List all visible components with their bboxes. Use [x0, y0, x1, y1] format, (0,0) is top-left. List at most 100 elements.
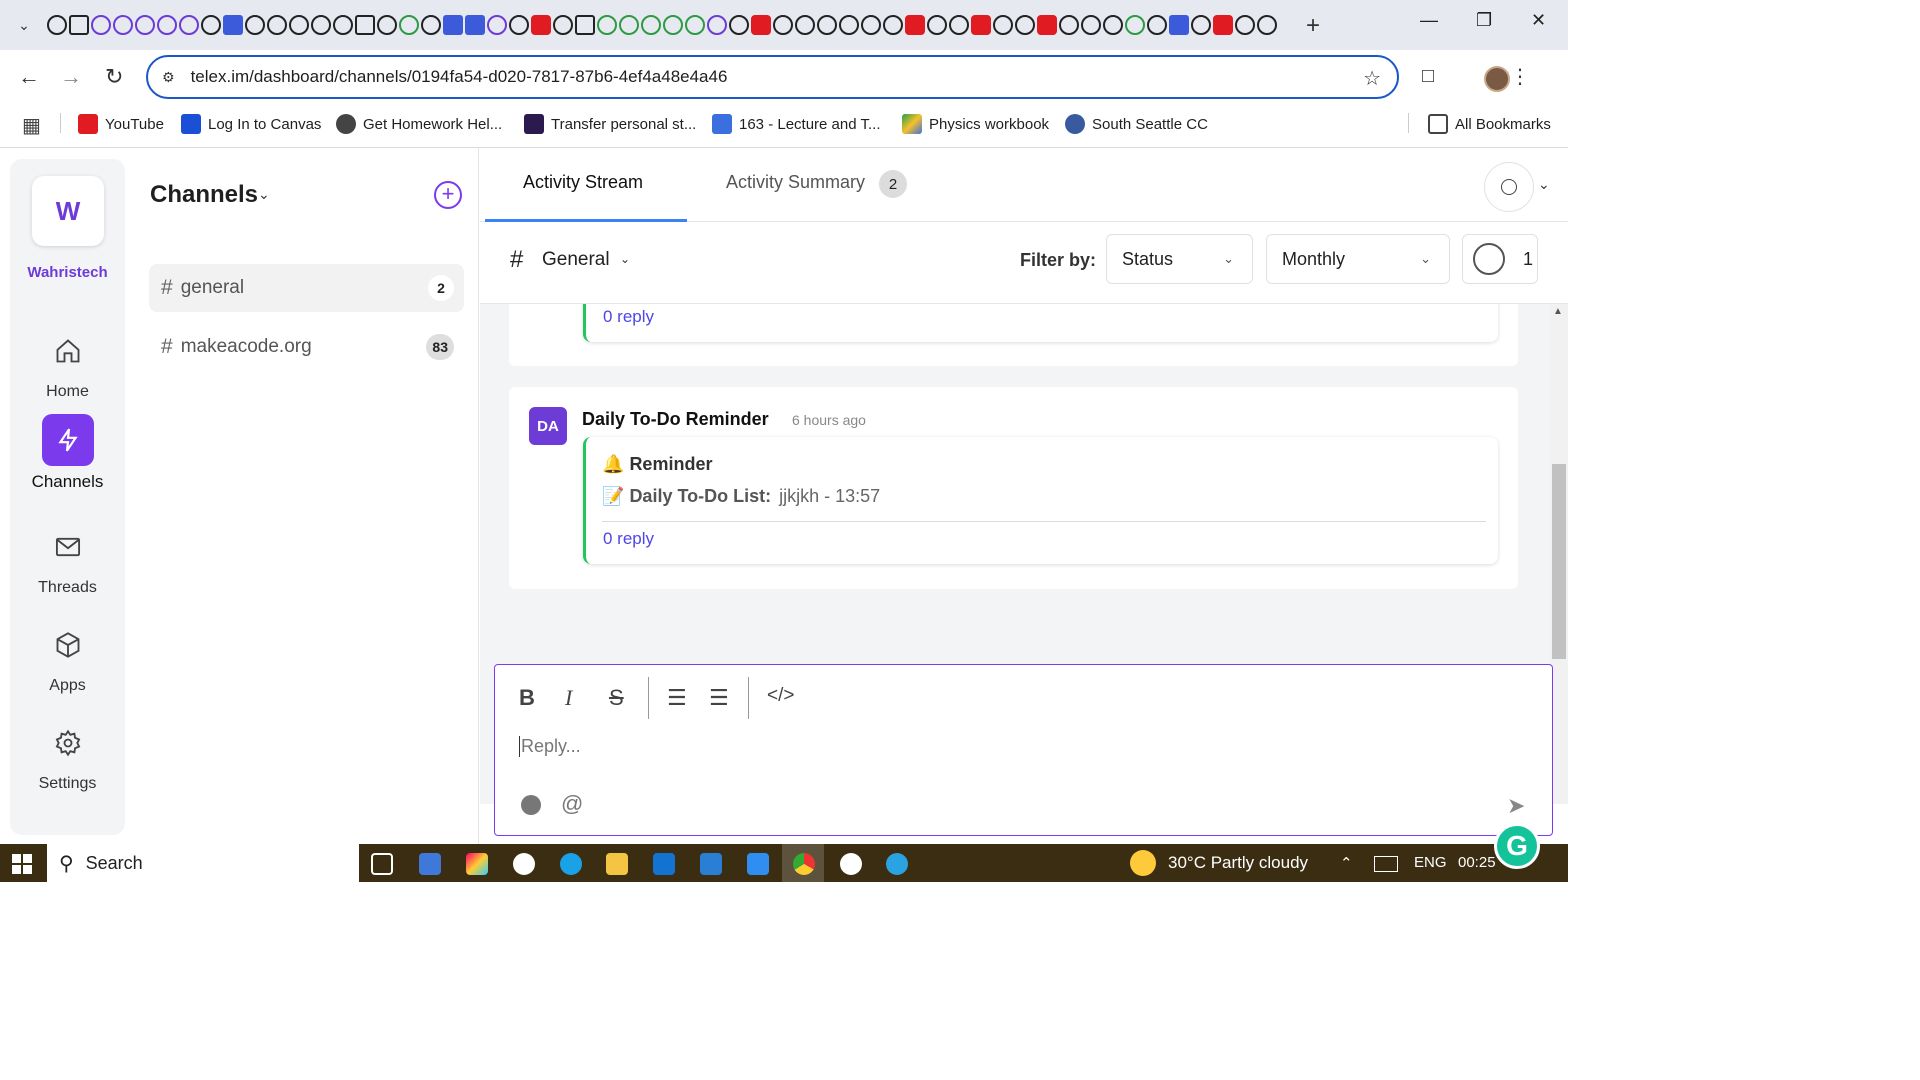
rail-apps[interactable]: Apps	[10, 619, 125, 695]
envelope-icon	[42, 521, 94, 573]
members-button[interactable]: 1	[1462, 234, 1538, 284]
clock[interactable]: 00:25	[1458, 854, 1496, 871]
chevron-down-icon[interactable]: ⌄	[258, 186, 270, 203]
period-dropdown[interactable]: Monthly ⌄	[1266, 234, 1450, 284]
url-text[interactable]: telex.im/dashboard/channels/0194fa54-d02…	[191, 67, 728, 87]
forward-arrow-icon[interactable]: →	[60, 64, 82, 90]
outlook-icon[interactable]	[653, 853, 675, 875]
tab-activity-stream[interactable]: Activity Stream	[523, 172, 643, 193]
address-bar[interactable]: ⚙ telex.im/dashboard/channels/0194fa54-d…	[146, 55, 1399, 99]
chrome-icon[interactable]	[793, 853, 815, 875]
bookmark-canvas[interactable]: Log In to Canvas	[181, 114, 321, 134]
site-info-icon[interactable]: ⚙	[162, 69, 175, 86]
folder-icon	[1428, 114, 1448, 134]
rail-settings[interactable]: Settings	[10, 717, 125, 793]
rail-home[interactable]: Home	[10, 325, 125, 401]
windows-start-icon[interactable]	[12, 854, 32, 874]
cd-icon[interactable]	[513, 853, 535, 875]
scrollbar-thumb[interactable]	[1552, 464, 1566, 659]
unread-count-badge: 2	[428, 275, 454, 301]
bullet-list-icon[interactable]: ☰	[667, 685, 687, 711]
avatar[interactable]: DA	[529, 407, 567, 445]
send-icon[interactable]: ➤	[1507, 793, 1525, 819]
tab-search-chevron-icon[interactable]: ⌄	[9, 10, 39, 40]
reply-input[interactable]: Reply...	[519, 736, 581, 757]
user-status-button[interactable]	[1484, 162, 1534, 212]
bookmark-south-seattle[interactable]: South Seattle CC	[1065, 114, 1208, 134]
keyboard-icon[interactable]	[1374, 856, 1398, 872]
numbered-list-icon[interactable]: ☰	[709, 685, 729, 711]
chevron-down-icon[interactable]: ⌄	[620, 252, 630, 266]
app-icon[interactable]	[419, 853, 441, 875]
file-explorer-icon[interactable]	[606, 853, 628, 875]
filter-bar: # General ⌄ Filter by: Status ⌄ Monthly …	[480, 222, 1568, 304]
language-indicator[interactable]: ENG	[1414, 854, 1447, 871]
tab-activity-summary[interactable]: Activity Summary	[726, 172, 865, 193]
channel-selector[interactable]: General	[542, 249, 610, 271]
edge-icon[interactable]	[560, 853, 582, 875]
minimize-icon[interactable]: —	[1420, 10, 1438, 31]
message-author[interactable]: Daily To-Do Reminder	[582, 409, 769, 430]
tray-chevron-up-icon[interactable]: ⌃	[1340, 854, 1353, 872]
channels-title[interactable]: Channels	[150, 181, 258, 209]
profile-avatar[interactable]	[1484, 66, 1510, 92]
bookmark-star-icon[interactable]: ☆	[1363, 66, 1381, 91]
all-bookmarks[interactable]: All Bookmarks	[1428, 114, 1551, 134]
task-view-icon[interactable]	[371, 853, 393, 875]
reload-icon[interactable]: ↻	[105, 64, 123, 90]
strikethrough-icon[interactable]: S	[609, 685, 624, 711]
status-circle-icon	[1501, 179, 1517, 195]
chevron-down-icon[interactable]: ⌄	[1538, 176, 1550, 193]
workspace-name[interactable]: Wahristech	[10, 264, 125, 281]
new-tab-plus-icon[interactable]: +	[1306, 12, 1320, 40]
pinned-tabs[interactable]	[47, 10, 1277, 40]
vscode-icon[interactable]	[700, 853, 722, 875]
copilot-icon[interactable]	[466, 853, 488, 875]
todo-icon[interactable]	[747, 853, 769, 875]
hash-icon: #	[161, 276, 173, 299]
w-logo-icon	[524, 114, 544, 134]
taskbar-search[interactable]: ⚲ Search	[47, 844, 359, 882]
close-window-icon[interactable]: ✕	[1531, 10, 1546, 31]
status-dropdown[interactable]: Status ⌄	[1106, 234, 1253, 284]
scroll-up-arrow-icon[interactable]: ▲	[1553, 306, 1563, 317]
telegram-icon[interactable]	[886, 853, 908, 875]
code-icon[interactable]: </>	[767, 685, 794, 707]
apps-grid-icon[interactable]: ▦	[22, 113, 41, 138]
bookmark-youtube[interactable]: YouTube	[78, 114, 164, 134]
reply-link[interactable]: 0 reply	[603, 529, 654, 549]
bookmark-physics[interactable]: Physics workbook	[902, 114, 1049, 134]
bookmark-transfer[interactable]: Transfer personal st...	[524, 114, 696, 134]
todo-value: jjkjkh - 13:57	[779, 486, 881, 506]
extensions-puzzle-icon[interactable]: □	[1422, 65, 1434, 88]
bookmark-lecture[interactable]: 163 - Lecture and T...	[712, 114, 880, 134]
grammarly-icon[interactable]: G	[1494, 823, 1540, 869]
toolbar-divider	[748, 677, 749, 719]
message-timestamp: 6 hours ago	[792, 412, 866, 428]
weather-text[interactable]: 30°C Partly cloudy	[1168, 853, 1308, 873]
bookmark-homework-help[interactable]: Get Homework Hel...	[336, 114, 502, 134]
bookmark-label: Get Homework Hel...	[363, 115, 503, 133]
back-arrow-icon[interactable]: ←	[18, 64, 40, 90]
channel-item-general[interactable]: # general 2	[149, 264, 464, 312]
toolbar-divider	[648, 677, 649, 719]
channel-item-makeacode[interactable]: # makeacode.org 83	[149, 323, 464, 371]
mention-at-icon[interactable]: @	[561, 791, 583, 817]
bookmarks-divider	[60, 113, 61, 133]
rail-settings-label: Settings	[38, 775, 97, 792]
workspace-logo[interactable]: W	[32, 176, 104, 246]
slack-icon[interactable]	[840, 853, 862, 875]
add-channel-plus-icon[interactable]: +	[434, 181, 462, 209]
rail-threads[interactable]: Threads	[10, 521, 125, 597]
italic-icon[interactable]: I	[565, 685, 572, 711]
home-icon	[42, 325, 94, 377]
telex-app: W Wahristech Home Channels Threads Apps	[0, 148, 1568, 844]
reply-link[interactable]: 0 reply	[603, 307, 654, 327]
restore-icon[interactable]: ❐	[1476, 10, 1492, 31]
todo-label: Daily To-Do List:	[629, 486, 772, 506]
rail-channels[interactable]: Channels	[10, 414, 125, 492]
browser-menu-kebab-icon[interactable]: ⋮	[1510, 64, 1530, 89]
bold-icon[interactable]: B	[519, 685, 535, 711]
emoji-icon[interactable]	[521, 795, 541, 815]
rail-threads-label: Threads	[38, 579, 97, 596]
